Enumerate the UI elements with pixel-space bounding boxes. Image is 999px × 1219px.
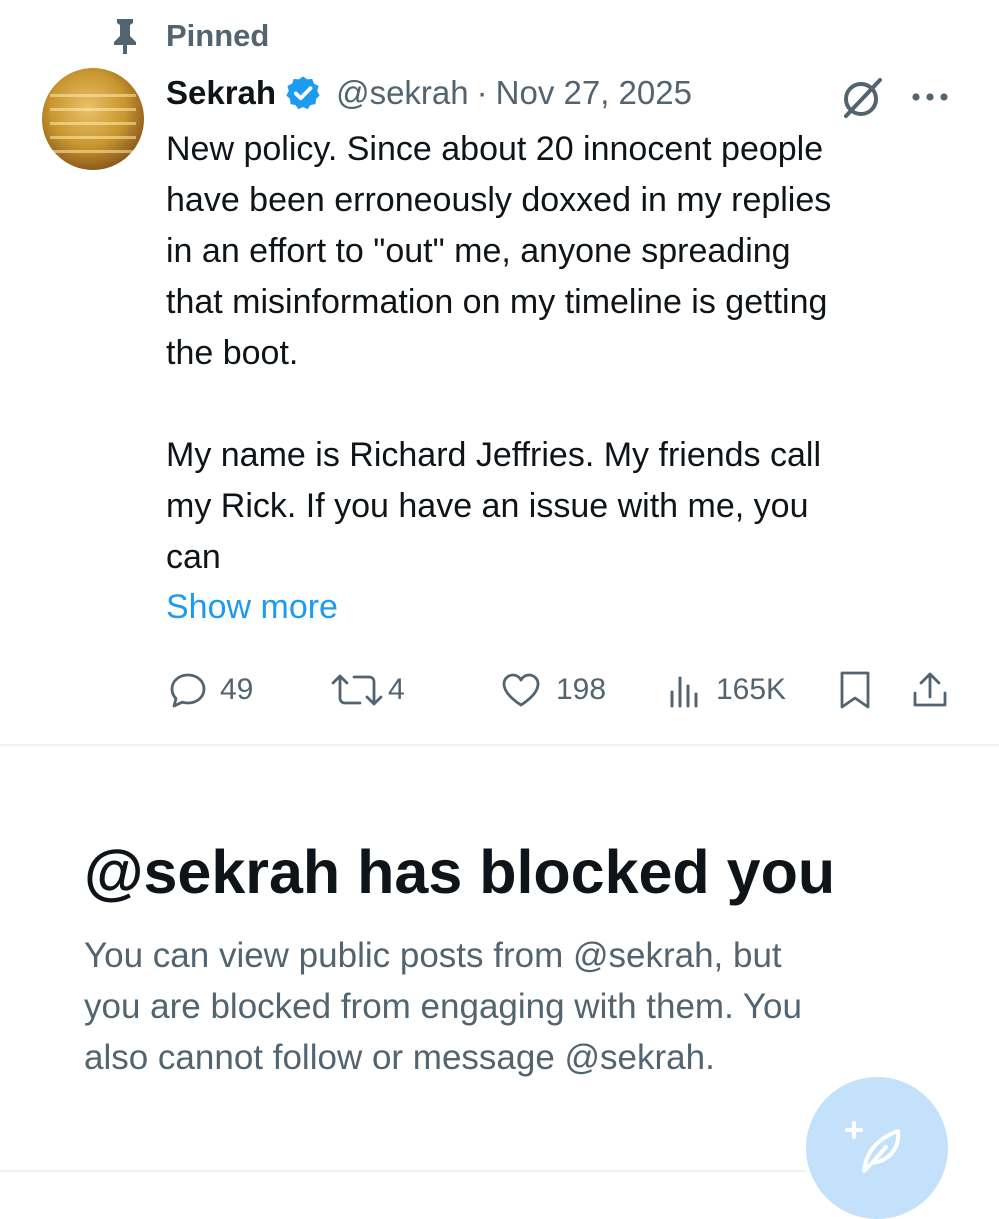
blocked-description-line: you are blocked from engaging with them.… xyxy=(84,987,802,1026)
compose-feather-icon xyxy=(845,1121,901,1173)
tweet-text-line: that misinformation on my timeline is ge… xyxy=(166,283,828,321)
share-button[interactable] xyxy=(910,664,950,716)
heart-icon xyxy=(502,673,540,707)
author-name[interactable]: Sekrah xyxy=(166,74,276,112)
tweet-text-line: can xyxy=(166,538,221,576)
bookmark-icon xyxy=(840,671,870,709)
like-count: 198 xyxy=(556,673,607,706)
more-options-icon[interactable] xyxy=(908,80,952,114)
divider xyxy=(0,1170,806,1172)
repost-button[interactable]: 4 xyxy=(330,664,405,716)
share-icon xyxy=(913,672,947,707)
tweet-text-line: the boot. xyxy=(166,334,299,372)
blocked-title: @sekrah has blocked you xyxy=(84,838,836,906)
reply-count: 49 xyxy=(220,673,254,706)
tweet-text-line: my Rick. If you have an issue with me, y… xyxy=(166,487,809,525)
divider xyxy=(0,744,999,746)
reply-icon xyxy=(170,673,206,708)
tweet-action-bar: 49 4 198 165K xyxy=(0,664,999,716)
tweet-date[interactable]: Nov 27, 2025 xyxy=(496,74,692,112)
meta-separator: · xyxy=(476,74,488,111)
like-button[interactable]: 198 xyxy=(500,664,606,716)
bookmark-button[interactable] xyxy=(836,664,874,716)
views-button[interactable]: 165K xyxy=(666,664,786,716)
compose-button[interactable] xyxy=(806,1077,948,1219)
pinned-indicator xyxy=(108,14,142,58)
tweet-header: Sekrah @sekrah · Nov 27, 2025 xyxy=(166,70,692,116)
reply-button[interactable]: 49 xyxy=(168,664,253,716)
blocked-description: You can view public posts from @sekrah, … xyxy=(84,930,904,1083)
tweet-text-line: have been erroneously doxxed in my repli… xyxy=(166,181,832,219)
views-count: 165K xyxy=(716,673,787,706)
verified-badge-icon xyxy=(286,76,320,110)
tweet-text: New policy. Since about 20 innocent peop… xyxy=(166,124,966,583)
author-handle[interactable]: @sekrah xyxy=(336,74,469,112)
blocked-description-line: You can view public posts from @sekrah, … xyxy=(84,936,782,975)
pinned-label: Pinned xyxy=(166,18,270,53)
repost-count: 4 xyxy=(388,673,405,706)
tweet-text-line: New policy. Since about 20 innocent peop… xyxy=(166,130,824,168)
repost-icon xyxy=(331,674,383,706)
views-icon xyxy=(670,676,698,708)
pin-icon xyxy=(114,19,136,54)
tweet-text-line: My name is Richard Jeffries. My friends … xyxy=(166,436,822,474)
show-more-link[interactable]: Show more xyxy=(166,582,338,633)
tweet-text-line: in an effort to "out" me, anyone spreadi… xyxy=(166,232,791,270)
blocked-description-line: also cannot follow or message @sekrah. xyxy=(84,1038,715,1077)
avatar[interactable] xyxy=(42,68,144,170)
grok-icon[interactable] xyxy=(840,74,886,120)
